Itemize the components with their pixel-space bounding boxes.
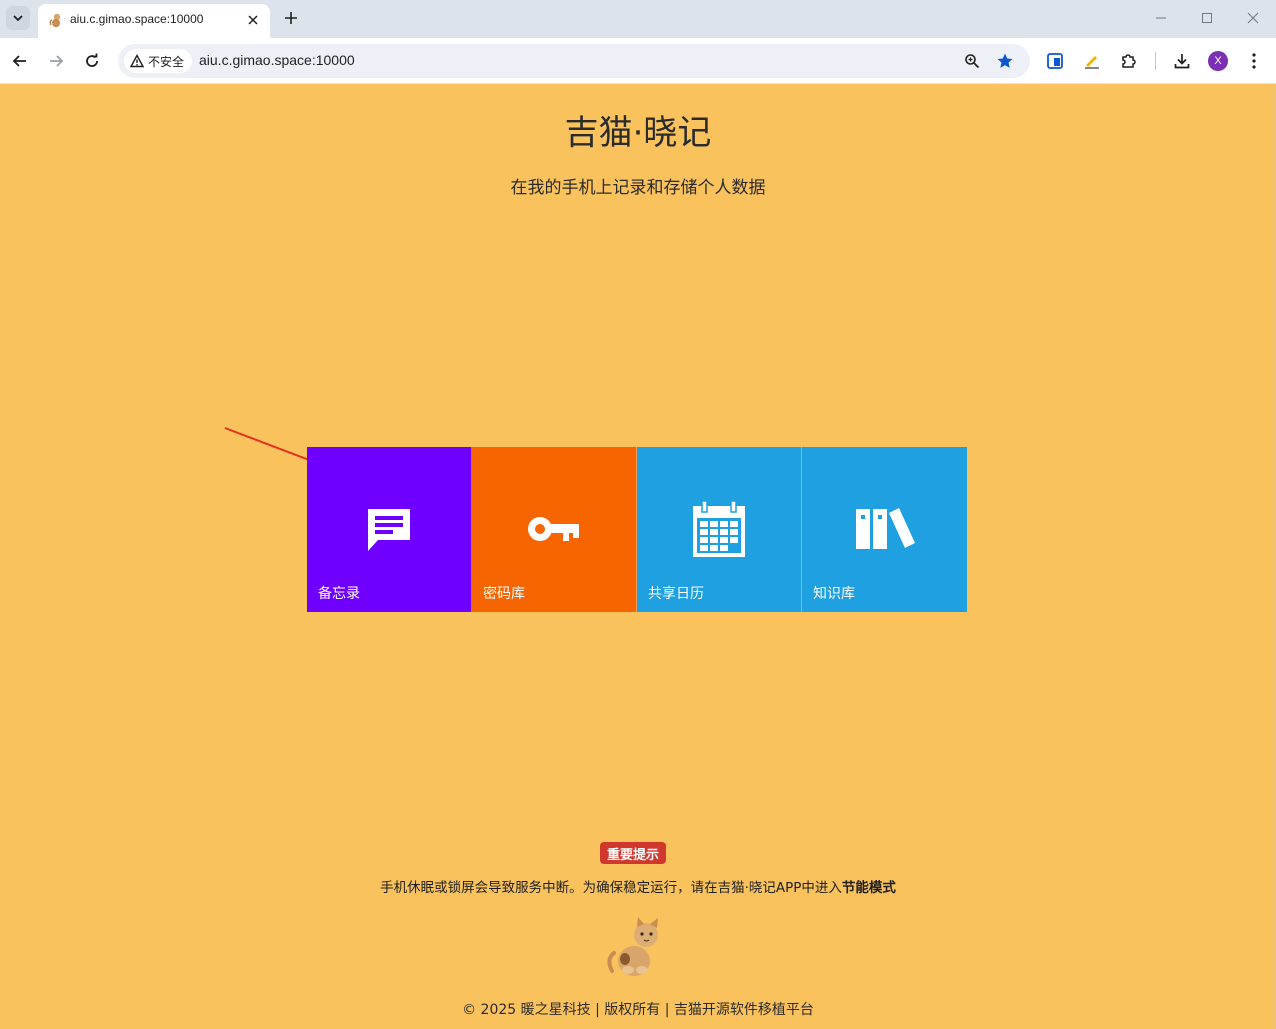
close-icon (1247, 12, 1259, 24)
zoom-button[interactable] (962, 51, 982, 71)
page-content: 吉猫·晓记 在我的手机上记录和存储个人数据 备忘录 密码库 共享日历 知识库 重… (0, 85, 1276, 1029)
extensions-button[interactable] (1117, 50, 1139, 72)
tile-knowledge-base[interactable]: 知识库 (802, 447, 967, 612)
maximize-button[interactable] (1196, 8, 1218, 28)
chevron-down-icon (13, 15, 23, 22)
arrow-right-icon (50, 55, 64, 67)
key-icon (528, 517, 579, 541)
more-vertical-icon (1252, 53, 1256, 69)
tile-shared-calendar[interactable]: 共享日历 (637, 447, 802, 612)
app-tiles: 备忘录 密码库 共享日历 知识库 (307, 447, 967, 612)
arrow-left-icon (12, 55, 26, 67)
downloads-button[interactable] (1171, 50, 1193, 72)
cat-mascot-icon (607, 917, 658, 976)
toolbar-separator (1155, 52, 1156, 70)
page-title: 吉猫·晓记 (564, 113, 712, 153)
books-icon (855, 508, 915, 549)
menu-button[interactable] (1243, 50, 1265, 72)
pen-extension-icon (1085, 56, 1099, 69)
page-subtitle: 在我的手机上记录和存储个人数据 (510, 178, 766, 198)
footer-copyright: © 2025 暖之星科技 | 版权所有 | 吉猫开源软件移植平台 (462, 1002, 814, 1018)
tile-label: 知识库 (813, 586, 855, 602)
profile-avatar[interactable]: X (1208, 51, 1228, 71)
plus-icon (285, 12, 297, 24)
active-tab[interactable]: aiu.c.gimao.space:10000 (38, 4, 270, 38)
chat-icon (368, 509, 410, 551)
zoom-icon (965, 54, 980, 69)
star-icon (997, 53, 1013, 68)
browser-toolbar: 不安全 aiu.c.gimao.space:10000 X (0, 38, 1276, 84)
tile-label: 共享日历 (648, 586, 704, 602)
important-notice-badge: 重要提示 (600, 842, 667, 864)
site-info-button[interactable]: 不安全 (124, 49, 193, 73)
tab-title: aiu.c.gimao.space:10000 (70, 12, 204, 26)
reload-button[interactable] (80, 49, 104, 73)
new-tab-button[interactable] (280, 7, 302, 29)
page-scrollbar[interactable] (1271, 85, 1276, 1029)
download-icon (1174, 54, 1190, 69)
minimize-icon (1156, 17, 1166, 19)
close-icon (248, 15, 258, 25)
notice-text: 手机休眠或锁屏会导致服务中断。为确保稳定运行，请在吉猫·晓记APP中进入节能模式 (0, 876, 1276, 896)
power-saving-mode-text: 节能模式 (841, 880, 896, 896)
minimize-button[interactable] (1150, 8, 1172, 28)
cat-favicon-icon (49, 13, 61, 28)
warning-icon (130, 54, 144, 68)
tile-label: 备忘录 (318, 586, 360, 602)
tile-password-vault[interactable]: 密码库 (472, 447, 637, 612)
insecure-label: 不安全 (148, 54, 185, 69)
bookmark-button[interactable] (995, 51, 1015, 71)
tile-label: 密码库 (483, 586, 525, 602)
window-close-button[interactable] (1242, 8, 1264, 28)
extension-button-1[interactable] (1044, 50, 1066, 72)
url-text[interactable]: aiu.c.gimao.space:10000 (199, 52, 355, 68)
forward-button[interactable] (44, 49, 68, 73)
extension-button-2[interactable] (1081, 50, 1103, 72)
tab-strip: aiu.c.gimao.space:10000 (0, 0, 1276, 38)
calendar-icon (693, 500, 745, 557)
reload-icon (86, 53, 98, 67)
translate-extension-icon (1047, 53, 1063, 69)
notice-text-prefix: 手机休眠或锁屏会导致服务中断。为确保稳定运行，请在吉猫·晓记APP中进入 (380, 880, 842, 896)
tab-search-button[interactable] (6, 6, 30, 30)
back-button[interactable] (8, 49, 32, 73)
tab-close-button[interactable] (244, 11, 262, 29)
maximize-icon (1202, 13, 1212, 23)
puzzle-icon (1122, 54, 1136, 68)
tile-memo[interactable]: 备忘录 (307, 447, 472, 612)
address-bar[interactable]: 不安全 aiu.c.gimao.space:10000 (118, 44, 1030, 78)
